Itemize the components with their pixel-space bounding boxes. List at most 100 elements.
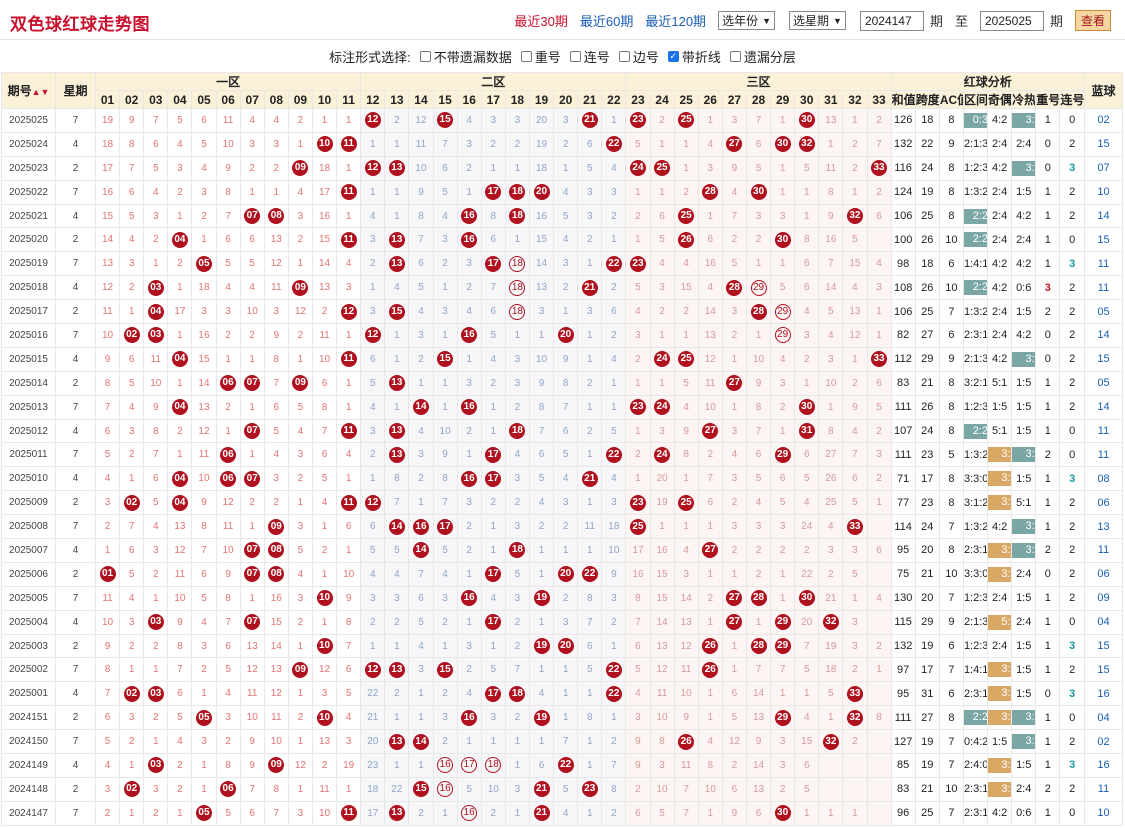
number-cell: 17 bbox=[167, 299, 193, 325]
number-cell: 17 bbox=[432, 514, 458, 540]
option-3[interactable]: 边号 bbox=[618, 47, 659, 66]
checkbox-icon[interactable]: ✓ bbox=[667, 50, 679, 62]
week-cell: 7 bbox=[55, 514, 96, 540]
hot-cold-cell: 1:5 bbox=[1011, 466, 1037, 492]
hot-cold-cell: 3:3 bbox=[1011, 155, 1037, 181]
number-cell: 4 bbox=[239, 108, 265, 133]
sum-cell: 98 bbox=[890, 251, 916, 277]
recent-120-link[interactable]: 最近120期 bbox=[645, 11, 706, 30]
checkbox-icon[interactable] bbox=[419, 50, 431, 62]
number-cell: 1 bbox=[191, 776, 217, 802]
number-cell: 6 bbox=[577, 131, 603, 157]
number-header: 08 bbox=[263, 90, 289, 109]
ac-cell: 7 bbox=[938, 657, 964, 683]
weekday-select[interactable]: 选星期 ▼ bbox=[789, 11, 846, 30]
number-cell: 16 bbox=[456, 585, 482, 611]
table-row: 2025002 7 8 1 1 7 2 5 12 13 09 12 6 12 13 3 15 2 5 7 1 1 5 22 5 1… bbox=[1, 657, 1123, 683]
number-cell: 3 bbox=[770, 514, 796, 540]
consecutive-cell: 0 bbox=[1059, 108, 1085, 133]
recent-30-link[interactable]: 最近30期 bbox=[514, 11, 567, 30]
blue-cell: 07 bbox=[1084, 155, 1123, 181]
consecutive-cell: 0 bbox=[1059, 705, 1085, 731]
number-cell: 13 bbox=[239, 633, 265, 659]
number-cell: 11 bbox=[649, 681, 675, 707]
odd-even-cell: 2:4 bbox=[987, 323, 1013, 348]
issue-cell: 2025024 bbox=[1, 131, 56, 157]
number-cell: 2 bbox=[721, 753, 747, 778]
number-cell: 7 bbox=[432, 131, 458, 157]
query-button[interactable]: 查看 bbox=[1074, 10, 1111, 31]
number-cell: 5 bbox=[553, 442, 579, 468]
number-header: 14 bbox=[408, 90, 434, 109]
number-cell: 11 bbox=[336, 346, 362, 372]
red-ball: 07 bbox=[244, 566, 261, 583]
number-cell: 2 bbox=[287, 705, 313, 731]
number-cell: 4 bbox=[649, 251, 675, 277]
number-cell: 2 bbox=[480, 800, 506, 827]
option-5[interactable]: 遗漏分层 bbox=[729, 47, 796, 66]
number-cell: 10 bbox=[673, 681, 699, 707]
blue-cell: 05 bbox=[1084, 370, 1123, 396]
year-select[interactable]: 选年份 ▼ bbox=[718, 11, 775, 30]
option-1[interactable]: 重号 bbox=[520, 47, 561, 66]
number-header: 18 bbox=[504, 90, 530, 109]
week-cell: 4 bbox=[55, 538, 96, 563]
number-cell: 6 bbox=[94, 705, 121, 731]
checkbox-icon[interactable] bbox=[520, 50, 532, 62]
number-cell: 9 bbox=[94, 346, 121, 372]
number-cell: 7 bbox=[167, 657, 193, 683]
zone-ratio-cell: 3:1:2 bbox=[962, 490, 989, 516]
number-cell: 8 bbox=[673, 442, 699, 468]
number-cell: 16 bbox=[649, 538, 675, 563]
number-cell: 2 bbox=[721, 490, 747, 516]
red-ball: 33 bbox=[871, 160, 888, 177]
repeat-cell: 0 bbox=[1035, 131, 1061, 157]
number-cell: 1 bbox=[215, 346, 241, 372]
number-cell: 5 bbox=[553, 203, 579, 229]
table-row: 2025008 7 2 7 4 13 8 11 1 09 3 1 6 6 14 16 17 2 1 3 2 2 11 18 25… bbox=[1, 514, 1123, 540]
ac-cell: 7 bbox=[938, 514, 964, 540]
number-cell: 1 bbox=[287, 131, 313, 157]
number-cell: 8 bbox=[215, 179, 241, 205]
checkbox-icon[interactable] bbox=[569, 50, 581, 62]
number-cell: 07 bbox=[239, 370, 265, 396]
number-cell: 5 bbox=[721, 251, 747, 277]
number-cell: 7 bbox=[239, 776, 265, 802]
number-cell: 1 bbox=[239, 514, 265, 540]
number-cell: 4 bbox=[697, 131, 723, 157]
number-cell: 5 bbox=[360, 370, 386, 396]
from-issue-input[interactable]: 2024147 bbox=[859, 10, 924, 31]
hot-cold-cell: 0:6 bbox=[1011, 275, 1037, 301]
option-4[interactable]: ✓ 带折线 bbox=[667, 47, 721, 66]
to-issue-input[interactable]: 2025025 bbox=[979, 10, 1044, 31]
number-cell: 08 bbox=[263, 561, 289, 587]
issue-header[interactable]: 期号▲▼ bbox=[1, 72, 56, 109]
number-cell: 6 bbox=[601, 299, 627, 325]
number-cell: 1 bbox=[697, 800, 723, 827]
number-cell: 1 bbox=[601, 705, 627, 731]
red-ball: 12 bbox=[364, 494, 381, 511]
checkbox-icon[interactable] bbox=[729, 50, 741, 62]
number-cell: 25 bbox=[649, 155, 675, 181]
number-cell: 1 bbox=[336, 394, 362, 420]
number-cell: 1 bbox=[649, 179, 675, 205]
number-cell: 1 bbox=[239, 585, 265, 611]
number-cell: 5 bbox=[625, 657, 651, 683]
red-ball: 25 bbox=[678, 112, 695, 129]
blue-cell: 04 bbox=[1084, 609, 1123, 635]
number-cell: 7 bbox=[866, 131, 892, 157]
number-cell: 7 bbox=[432, 490, 458, 516]
red-ball: 26 bbox=[702, 638, 719, 655]
zone-ratio-cell: 2:1:3 bbox=[962, 131, 989, 157]
number-header: 16 bbox=[456, 90, 482, 109]
red-ball: 22 bbox=[605, 136, 622, 153]
hot-cold-cell: 4:2 bbox=[1011, 203, 1037, 229]
red-ball: 17 bbox=[485, 255, 502, 272]
number-cell: 3 bbox=[119, 609, 145, 635]
option-0[interactable]: 不带遗漏数据 bbox=[419, 47, 512, 66]
option-2[interactable]: 连号 bbox=[569, 47, 610, 66]
recent-60-link[interactable]: 最近60期 bbox=[580, 11, 633, 30]
number-cell: 4 bbox=[167, 131, 193, 157]
checkbox-icon[interactable] bbox=[618, 50, 630, 62]
number-cell: 1 bbox=[673, 514, 699, 540]
